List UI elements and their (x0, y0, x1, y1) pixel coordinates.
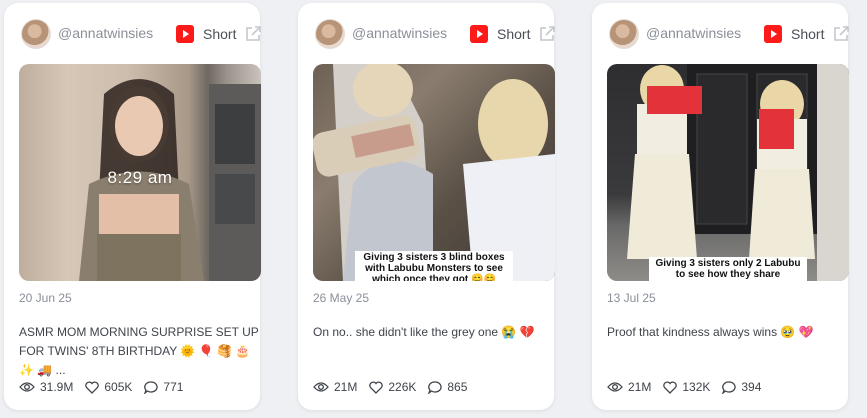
creator-handle[interactable]: @annatwinsies (352, 25, 447, 41)
comment-icon (722, 380, 737, 394)
eye-icon (607, 382, 623, 392)
stats-row: 31.9M 605K 771 (19, 379, 261, 395)
youtube-icon (176, 25, 194, 43)
video-card[interactable]: @annatwinsies Short Giving 3 sisters 3 b… (298, 3, 555, 410)
thumbnail-overlay-text: Giving 3 sisters only 2 Labubu to see ho… (649, 257, 807, 281)
likes-stat: 226K (369, 380, 416, 394)
views-count: 21M (334, 380, 358, 394)
thumbnail-overlay-time: 8:29 am (107, 168, 173, 187)
likes-stat: 605K (85, 380, 132, 394)
creator-handle[interactable]: @annatwinsies (646, 25, 741, 41)
card-header: @annatwinsies Short (19, 3, 261, 63)
likes-stat: 132K (663, 380, 710, 394)
views-count: 31.9M (40, 380, 74, 394)
thumbnail-overlay-text: Giving 3 sisters 3 blind boxes with Labu… (355, 251, 513, 281)
heart-icon (369, 380, 384, 394)
card-header: @annatwinsies Short (607, 3, 849, 63)
platform-label: Short (497, 26, 531, 42)
youtube-icon (470, 25, 488, 43)
avatar[interactable] (609, 19, 639, 49)
post-date: 20 Jun 25 (19, 291, 72, 305)
external-link-icon[interactable] (538, 25, 556, 43)
likes-count: 605K (104, 380, 133, 394)
video-card[interactable]: @annatwinsies Short 8:29 am 20 Jun 25 AS… (4, 3, 261, 410)
comments-stat: 865 (428, 380, 467, 394)
creator-handle[interactable]: @annatwinsies (58, 25, 153, 41)
comments-count: 771 (163, 380, 184, 394)
likes-count: 226K (388, 380, 417, 394)
eye-icon (19, 382, 35, 392)
likes-count: 132K (682, 380, 711, 394)
comment-icon (144, 380, 159, 394)
post-caption: Proof that kindness always wins 🥹 💖 (607, 325, 814, 339)
post-date: 26 May 25 (313, 291, 370, 305)
views-stat: 21M (313, 380, 357, 394)
video-thumbnail[interactable]: Giving 3 sisters only 2 Labubu to see ho… (607, 64, 849, 281)
video-thumbnail[interactable]: 8:29 am (19, 64, 261, 281)
video-thumbnail[interactable]: Giving 3 sisters 3 blind boxes with Labu… (313, 64, 555, 281)
post-caption: On no.. she didn't like the grey one 😭 💔 (313, 325, 535, 339)
views-stat: 21M (607, 380, 651, 394)
external-link-icon[interactable] (244, 25, 262, 43)
stats-row: 21M 132K 394 (607, 379, 849, 395)
platform-label: Short (203, 26, 237, 42)
views-count: 21M (628, 380, 652, 394)
thumbnail-image (627, 64, 849, 281)
comments-stat: 771 (144, 380, 183, 394)
platform-label: Short (791, 26, 825, 42)
heart-icon (663, 380, 678, 394)
card-header: @annatwinsies Short (313, 3, 555, 63)
comments-count: 865 (447, 380, 468, 394)
post-caption: ASMR MOM MORNING SURPRISE SET UP FOR TWI… (19, 325, 259, 377)
heart-icon (85, 380, 100, 394)
eye-icon (313, 382, 329, 392)
thumbnail-image (313, 64, 555, 281)
post-date: 13 Jul 25 (607, 291, 656, 305)
video-card[interactable]: @annatwinsies Short Giving 3 sisters onl… (592, 3, 849, 410)
youtube-icon (764, 25, 782, 43)
comments-stat: 394 (722, 380, 761, 394)
external-link-icon[interactable] (832, 25, 850, 43)
views-stat: 31.9M (19, 380, 73, 394)
avatar[interactable] (315, 19, 345, 49)
stats-row: 21M 226K 865 (313, 379, 555, 395)
comments-count: 394 (741, 380, 762, 394)
avatar[interactable] (21, 19, 51, 49)
comment-icon (428, 380, 443, 394)
